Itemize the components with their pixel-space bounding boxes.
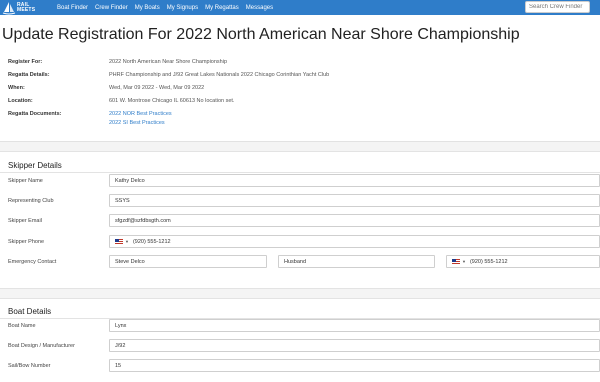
skipper-phone-value: (920) 555-1212: [132, 238, 171, 245]
country-dropdown-icon[interactable]: ▼: [125, 239, 129, 244]
nav-link-my-regattas[interactable]: My Regattas: [205, 5, 239, 11]
skipper-details-title: Skipper Details: [8, 161, 62, 170]
skipper-name-label: Skipper Name: [8, 178, 43, 184]
page-title: Update Registration For 2022 North Ameri…: [2, 26, 520, 43]
location-value: 601 W. Montrose Chicago IL 60613 No loca…: [109, 98, 235, 104]
crew-finder-search-input[interactable]: [525, 1, 590, 13]
nav-link-messages[interactable]: Messages: [246, 5, 273, 11]
nor-document-link[interactable]: 2022 NOR Best Practices: [109, 111, 172, 117]
representing-club-label: Representing Club: [8, 198, 54, 204]
nav-link-crew-finder[interactable]: Crew Finder: [95, 5, 128, 11]
location-label: Location:: [8, 98, 33, 104]
si-document-link[interactable]: 2022 SI Best Practices: [109, 120, 165, 126]
nav-link-boat-finder[interactable]: Boat Finder: [57, 5, 88, 11]
skipper-phone-field[interactable]: ▼ (920) 555-1212: [109, 235, 600, 248]
sailboat-icon: [2, 1, 16, 14]
emergency-contact-relation-value: Husband: [284, 258, 307, 265]
rail-meets-logo[interactable]: RAIL MEETS: [2, 0, 48, 15]
us-flag-icon[interactable]: [115, 239, 123, 244]
logo-text-line2: MEETS: [17, 6, 36, 13]
nav-link-my-boats[interactable]: My Boats: [135, 5, 160, 11]
representing-club-value: SSYS: [115, 197, 130, 204]
sail-number-field[interactable]: 15: [109, 359, 600, 372]
emergency-contact-name-field[interactable]: Steve Delco: [109, 255, 267, 268]
boat-name-field[interactable]: Lynx: [109, 319, 600, 332]
regatta-details-value: PHRF Championship and J/92 Great Lakes N…: [109, 72, 330, 78]
skipper-name-field[interactable]: Kathy Delco: [109, 174, 600, 187]
country-dropdown-icon[interactable]: ▼: [462, 259, 466, 264]
emergency-contact-phone-value: (920) 555-1212: [469, 258, 508, 265]
skipper-email-label: Skipper Email: [8, 218, 42, 224]
nav-link-my-signups[interactable]: My Signups: [167, 5, 198, 11]
nav-links: Boat Finder Crew Finder My Boats My Sign…: [57, 0, 280, 15]
register-for-label: Register For:: [8, 59, 43, 65]
boat-name-value: Lynx: [115, 322, 127, 329]
emergency-contact-phone-field[interactable]: ▼ (920) 555-1212: [446, 255, 600, 268]
skipper-details-card: Skipper Details Skipper Name Kathy Delco…: [0, 151, 600, 289]
skipper-phone-label: Skipper Phone: [8, 239, 45, 245]
boat-details-card: Boat Details Boat Name Lynx Boat Design …: [0, 298, 600, 382]
skipper-name-value: Kathy Delco: [115, 177, 145, 184]
boat-design-field[interactable]: J/92: [109, 339, 600, 352]
us-flag-icon[interactable]: [452, 259, 460, 264]
skipper-email-value: sfgzdf@szfdbsgth.com: [115, 217, 171, 224]
register-for-value: 2022 North American Near Shore Champions…: [109, 59, 228, 65]
skipper-email-field[interactable]: sfgzdf@szfdbsgth.com: [109, 214, 600, 227]
regatta-details-label: Regatta Details:: [8, 72, 50, 78]
representing-club-field[interactable]: SSYS: [109, 194, 600, 207]
emergency-contact-relation-field[interactable]: Husband: [278, 255, 435, 268]
when-label: When:: [8, 85, 25, 91]
sail-number-value: 15: [115, 362, 122, 369]
top-navbar: RAIL MEETS Boat Finder Crew Finder My Bo…: [0, 0, 600, 15]
emergency-contact-name-value: Steve Delco: [115, 258, 145, 265]
boat-details-title: Boat Details: [8, 307, 52, 316]
boat-design-label: Boat Design / Manufacturer: [8, 343, 75, 349]
boat-design-value: J/92: [115, 342, 126, 349]
emergency-contact-label: Emergency Contact: [8, 259, 57, 265]
when-value: Wed, Mar 09 2022 - Wed, Mar 09 2022: [109, 85, 205, 91]
sail-number-label: Sail/Bow Number: [8, 363, 51, 369]
boat-name-label: Boat Name: [8, 323, 36, 329]
regatta-documents-label: Regatta Documents:: [8, 111, 62, 117]
divider: [0, 172, 600, 173]
